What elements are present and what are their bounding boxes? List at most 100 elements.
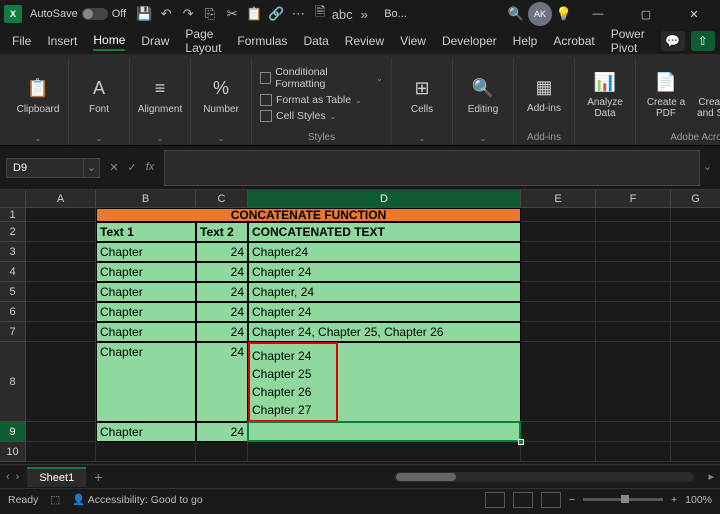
- cell[interactable]: [521, 282, 596, 302]
- title-band[interactable]: CONCATENATE FUNCTION: [96, 208, 521, 222]
- undo-icon[interactable]: ↶: [158, 6, 174, 22]
- cell[interactable]: [596, 342, 671, 422]
- font-button[interactable]: AFont: [75, 76, 123, 115]
- create-pdf-button[interactable]: 📄Create a PDF: [642, 69, 690, 119]
- cell[interactable]: Chapter: [96, 322, 196, 342]
- cell[interactable]: 24: [196, 322, 248, 342]
- alignment-button[interactable]: ≡Alignment: [136, 76, 184, 115]
- tab-help[interactable]: Help: [513, 32, 538, 50]
- row-header-1[interactable]: 1: [0, 208, 26, 222]
- cell[interactable]: CONCATENATED TEXT: [248, 222, 521, 242]
- copy-icon[interactable]: ⎘: [202, 6, 218, 22]
- redo-icon[interactable]: ↷: [180, 6, 196, 22]
- save-icon[interactable]: 💾: [136, 6, 152, 22]
- page-break-button[interactable]: [541, 492, 561, 508]
- cell[interactable]: [248, 422, 521, 442]
- cell[interactable]: [596, 222, 671, 242]
- cell[interactable]: [671, 422, 720, 442]
- cell[interactable]: 24: [196, 262, 248, 282]
- cell[interactable]: Chapter 24 Chapter 25 Chapter 26 Chapter…: [248, 342, 521, 422]
- tab-formulas[interactable]: Formulas: [237, 32, 287, 50]
- autosave-toggle[interactable]: AutoSave Off: [30, 8, 126, 20]
- tab-draw[interactable]: Draw: [141, 32, 169, 50]
- col-header-A[interactable]: A: [26, 190, 96, 208]
- lightbulb-icon[interactable]: 💡: [556, 6, 572, 22]
- search-icon[interactable]: 🔍: [508, 6, 524, 22]
- cell[interactable]: Chapter: [96, 302, 196, 322]
- addins-button[interactable]: ▦Add-ins: [520, 75, 568, 114]
- cell[interactable]: [671, 302, 720, 322]
- cell[interactable]: [26, 222, 96, 242]
- cell[interactable]: [26, 342, 96, 422]
- cell[interactable]: [26, 242, 96, 262]
- name-box-dropdown[interactable]: ⌄: [84, 158, 100, 178]
- cell[interactable]: [671, 342, 720, 422]
- sheet-tab[interactable]: Sheet1: [27, 467, 86, 487]
- cell[interactable]: [521, 222, 596, 242]
- tab-data[interactable]: Data: [303, 32, 328, 50]
- add-sheet-button[interactable]: +: [94, 469, 102, 485]
- maximize-button[interactable]: ▢: [624, 0, 668, 28]
- cell[interactable]: [26, 262, 96, 282]
- tab-powerpivot[interactable]: Power Pivot: [611, 25, 645, 57]
- cell[interactable]: [521, 442, 596, 462]
- horizontal-scrollbar[interactable]: [394, 472, 694, 482]
- normal-view-button[interactable]: [485, 492, 505, 508]
- clipboard-button[interactable]: 📋Clipboard: [14, 76, 62, 115]
- cell[interactable]: 24: [196, 282, 248, 302]
- cell[interactable]: Text 2: [196, 222, 248, 242]
- cell[interactable]: [26, 302, 96, 322]
- number-button[interactable]: %Number: [197, 76, 245, 115]
- cell[interactable]: 24: [196, 422, 248, 442]
- cell[interactable]: [671, 222, 720, 242]
- row-header-4[interactable]: 4: [0, 262, 26, 282]
- cell[interactable]: Chapter 24, Chapter 25, Chapter 26: [248, 322, 521, 342]
- cell[interactable]: [671, 442, 720, 462]
- comments-button[interactable]: 💬: [661, 31, 685, 51]
- link-icon[interactable]: 🔗: [268, 6, 284, 22]
- cell[interactable]: [26, 442, 96, 462]
- format-as-table-button[interactable]: Format as Table ⌄: [258, 93, 385, 107]
- tab-insert[interactable]: Insert: [47, 32, 77, 50]
- cell[interactable]: [248, 442, 521, 462]
- overflow-icon[interactable]: »: [356, 6, 372, 22]
- tab-pagelayout[interactable]: Page Layout: [185, 25, 221, 57]
- cell[interactable]: 24: [196, 242, 248, 262]
- cancel-formula-icon[interactable]: ✕: [106, 161, 122, 174]
- cell[interactable]: [596, 322, 671, 342]
- tab-review[interactable]: Review: [345, 32, 384, 50]
- accessibility-status[interactable]: 👤 Accessibility: Good to go: [72, 493, 202, 506]
- close-button[interactable]: ✕: [672, 0, 716, 28]
- cell[interactable]: [521, 342, 596, 422]
- cell[interactable]: Chapter: [96, 342, 196, 422]
- cell[interactable]: [521, 422, 596, 442]
- col-header-F[interactable]: F: [596, 190, 671, 208]
- strike-icon[interactable]: abc: [334, 6, 350, 22]
- cell[interactable]: [596, 262, 671, 282]
- col-header-B[interactable]: B: [96, 190, 196, 208]
- zoom-level[interactable]: 100%: [685, 494, 712, 506]
- minimize-button[interactable]: ―: [576, 0, 620, 28]
- cell[interactable]: Chapter 24: [248, 302, 521, 322]
- zoom-out-button[interactable]: −: [569, 494, 575, 506]
- formula-bar[interactable]: [164, 150, 700, 186]
- avatar[interactable]: AK: [528, 2, 552, 26]
- cell[interactable]: [596, 208, 671, 222]
- cell[interactable]: [596, 242, 671, 262]
- cell[interactable]: [26, 282, 96, 302]
- cell[interactable]: [671, 282, 720, 302]
- tab-file[interactable]: File: [12, 32, 31, 50]
- accept-formula-icon[interactable]: ✓: [124, 161, 140, 174]
- cell[interactable]: [671, 242, 720, 262]
- share-button[interactable]: ⇧: [691, 31, 715, 51]
- name-box[interactable]: D9: [6, 158, 84, 178]
- cell[interactable]: Chapter: [96, 242, 196, 262]
- cell[interactable]: [521, 208, 596, 222]
- tab-developer[interactable]: Developer: [442, 32, 497, 50]
- row-header-6[interactable]: 6: [0, 302, 26, 322]
- cell[interactable]: Chapter 24: [248, 262, 521, 282]
- cell[interactable]: Text 1: [96, 222, 196, 242]
- cell[interactable]: Chapter: [96, 282, 196, 302]
- cells-button[interactable]: ⊞Cells: [398, 76, 446, 115]
- fill-handle[interactable]: [518, 439, 524, 445]
